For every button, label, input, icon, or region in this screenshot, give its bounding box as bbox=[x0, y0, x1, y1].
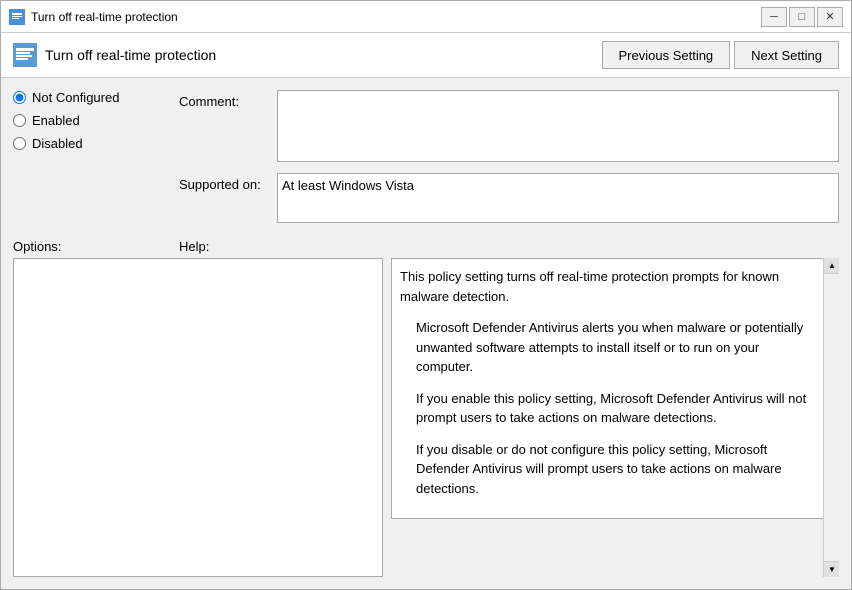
supported-value: At least Windows Vista bbox=[277, 173, 839, 223]
not-configured-label: Not Configured bbox=[32, 90, 119, 105]
bottom-section: This policy setting turns off real-time … bbox=[1, 258, 851, 589]
window-controls: ─ □ ✕ bbox=[761, 7, 843, 27]
comment-field-row: Comment: bbox=[179, 90, 839, 165]
options-section-label: Options: bbox=[13, 239, 163, 254]
scroll-up-button[interactable]: ▲ bbox=[824, 258, 839, 274]
disabled-radio[interactable] bbox=[13, 137, 26, 150]
window-icon bbox=[9, 9, 25, 25]
help-section-label: Help: bbox=[179, 239, 209, 254]
enabled-option[interactable]: Enabled bbox=[13, 113, 163, 128]
minimize-button[interactable]: ─ bbox=[761, 7, 787, 27]
disabled-option[interactable]: Disabled bbox=[13, 136, 163, 151]
close-button[interactable]: ✕ bbox=[817, 7, 843, 27]
enabled-radio[interactable] bbox=[13, 114, 26, 127]
comment-textarea[interactable] bbox=[277, 90, 839, 162]
header-icon bbox=[13, 43, 37, 67]
dialog-header-left: Turn off real-time protection bbox=[13, 43, 216, 67]
help-paragraph-2: Microsoft Defender Antivirus alerts you … bbox=[416, 318, 818, 377]
window-title: Turn off real-time protection bbox=[31, 10, 755, 24]
configuration-radio-group: Not Configured Enabled Disabled bbox=[13, 90, 163, 223]
maximize-button[interactable]: □ bbox=[789, 7, 815, 27]
title-bar: Turn off real-time protection ─ □ ✕ bbox=[1, 1, 851, 33]
not-configured-radio[interactable] bbox=[13, 91, 26, 104]
supported-label: Supported on: bbox=[179, 173, 269, 192]
help-box: This policy setting turns off real-time … bbox=[391, 258, 839, 519]
supported-field-row: Supported on: At least Windows Vista bbox=[179, 173, 839, 223]
comment-container bbox=[277, 90, 839, 165]
supported-container: At least Windows Vista bbox=[277, 173, 839, 223]
section-labels: Options: Help: bbox=[1, 235, 851, 258]
next-setting-button[interactable]: Next Setting bbox=[734, 41, 839, 69]
disabled-label: Disabled bbox=[32, 136, 83, 151]
main-window: Turn off real-time protection ─ □ ✕ Turn… bbox=[0, 0, 852, 590]
help-paragraph-3: If you enable this policy setting, Micro… bbox=[416, 389, 818, 428]
help-paragraph-4: If you disable or do not configure this … bbox=[416, 440, 818, 499]
previous-setting-button[interactable]: Previous Setting bbox=[602, 41, 731, 69]
help-scrollbar: ▲ ▼ bbox=[823, 258, 839, 577]
dialog-header: Turn off real-time protection Previous S… bbox=[1, 33, 851, 78]
not-configured-option[interactable]: Not Configured bbox=[13, 90, 163, 105]
right-fields-section: Comment: Supported on: At least Windows … bbox=[179, 90, 839, 223]
scroll-track bbox=[824, 274, 839, 561]
help-paragraph-1: This policy setting turns off real-time … bbox=[400, 267, 818, 306]
top-section: Not Configured Enabled Disabled Comment: bbox=[1, 78, 851, 235]
enabled-label: Enabled bbox=[32, 113, 80, 128]
dialog-title: Turn off real-time protection bbox=[45, 47, 216, 63]
scroll-down-button[interactable]: ▼ bbox=[824, 561, 839, 577]
comment-label: Comment: bbox=[179, 90, 269, 109]
content-area: Not Configured Enabled Disabled Comment: bbox=[1, 78, 851, 589]
help-box-wrapper: This policy setting turns off real-time … bbox=[391, 258, 839, 577]
header-buttons: Previous Setting Next Setting bbox=[602, 41, 840, 69]
options-box bbox=[13, 258, 383, 577]
